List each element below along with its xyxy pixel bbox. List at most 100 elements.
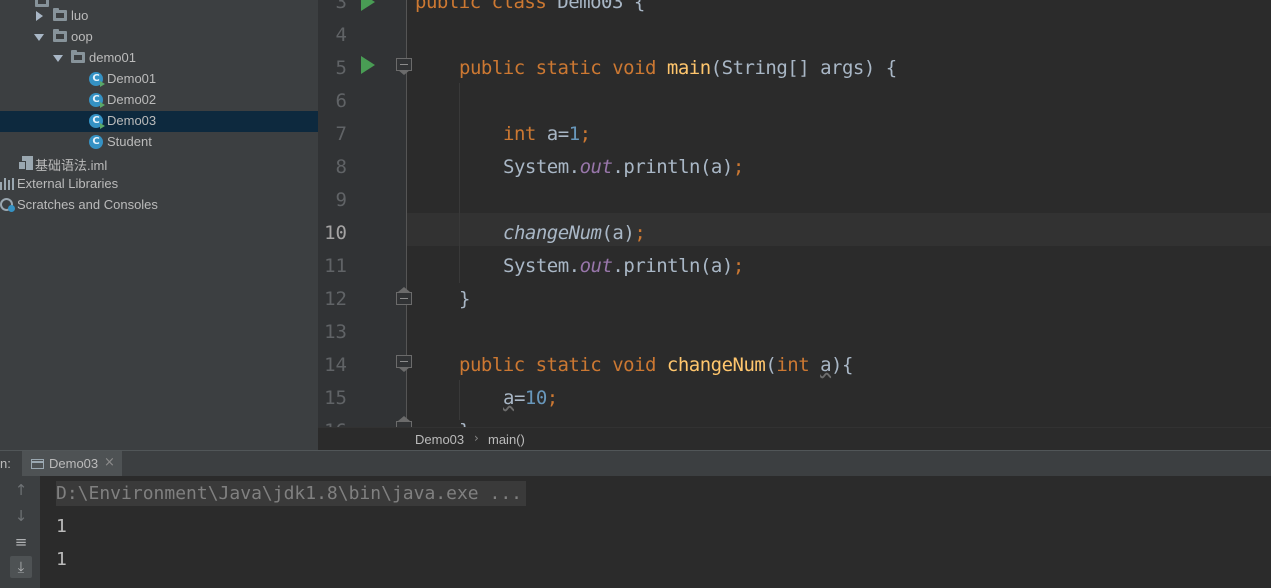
keyword: void — [612, 57, 656, 79]
run-main-icon[interactable] — [361, 56, 375, 74]
keyword: public — [459, 354, 525, 376]
collapse-arrow-icon[interactable] — [34, 34, 44, 41]
project-tree: luo oop demo01 C Demo01 C Demo02 C Demo0… — [0, 0, 318, 450]
tree-item-label: oop — [71, 29, 93, 44]
fold-end-icon[interactable] — [396, 287, 412, 308]
line-number: 8 — [335, 156, 347, 178]
tree-item-label: luo — [71, 8, 89, 23]
run-panel-label: n: — [0, 456, 11, 471]
line-number: 16 — [318, 420, 347, 427]
line-number-current: 10 — [324, 222, 347, 244]
indent-guide — [459, 380, 460, 420]
code-line-15[interactable]: a=10; — [503, 387, 558, 409]
libraries-icon — [0, 178, 14, 190]
tree-item-label: External Libraries — [17, 176, 119, 191]
type-name: String — [721, 57, 788, 79]
down-arrow-icon[interactable]: ↓ — [10, 505, 32, 527]
method-call: println — [623, 156, 700, 178]
tree-item-scratches[interactable]: Scratches and Consoles — [0, 195, 318, 216]
variable: a — [503, 387, 514, 409]
keyword: static — [535, 354, 602, 376]
tree-item-luo[interactable]: luo — [0, 6, 318, 27]
code-line-5[interactable]: public static void main(String[] args) { — [459, 57, 897, 79]
tree-item-label: Demo01 — [107, 71, 157, 86]
code-line-10[interactable]: changeNum(a); — [503, 222, 646, 244]
tree-item-label: Demo02 — [107, 92, 157, 107]
run-toolbar: ↑ ↓ ≡ ⤓ — [0, 476, 40, 588]
run-class-icon[interactable] — [361, 0, 375, 11]
code-line-16[interactable]: } — [459, 420, 470, 427]
collapse-arrow-icon[interactable] — [53, 55, 63, 62]
tree-item-label: Demo03 — [107, 113, 157, 128]
class-icon: C — [89, 135, 103, 149]
code-line-14[interactable]: public static void changeNum(int a){ — [459, 354, 853, 376]
method-name: changeNum — [666, 354, 766, 376]
breadcrumb-method[interactable]: main() — [488, 432, 525, 447]
run-panel-header: n: Demo03 × — [0, 450, 1271, 477]
tree-item-label: 基础语法.iml — [35, 158, 108, 173]
console-line: 1 — [56, 516, 67, 537]
fold-icon[interactable] — [396, 58, 412, 75]
static-field: out — [579, 255, 613, 277]
method-call: changeNum — [503, 222, 602, 244]
close-icon[interactable]: × — [104, 455, 115, 470]
tree-item-oop[interactable]: oop — [0, 27, 318, 48]
static-field: out — [579, 156, 613, 178]
keyword: static — [535, 57, 602, 79]
param-name: args — [820, 57, 864, 79]
soft-wrap-icon[interactable]: ≡ — [10, 531, 32, 553]
breadcrumb-class[interactable]: Demo03 — [415, 432, 464, 447]
line-number: 11 — [324, 255, 347, 277]
tree-item-demo03-class[interactable]: C Demo03 — [0, 111, 318, 132]
line-number: 4 — [335, 24, 347, 46]
line-number: 3 — [335, 0, 347, 13]
runnable-class-icon: C — [89, 93, 105, 108]
method-name: main — [666, 57, 711, 79]
runnable-class-icon: C — [89, 72, 105, 87]
line-number: 7 — [335, 123, 347, 145]
line-number: 15 — [324, 387, 347, 409]
tree-item-label: Student — [107, 134, 152, 149]
method-call: println — [623, 255, 700, 277]
tree-item-demo01[interactable]: demo01 — [0, 48, 318, 69]
tree-item-iml-file[interactable]: 基础语法.iml — [0, 153, 318, 174]
tree-item-external-libraries[interactable]: External Libraries — [0, 174, 318, 195]
fold-icon[interactable] — [396, 355, 412, 372]
tree-item-student-class[interactable]: C Student — [0, 132, 318, 153]
line-number: 5 — [335, 57, 347, 79]
expand-arrow-icon[interactable] — [36, 11, 43, 21]
line-number: 13 — [324, 321, 347, 343]
console-output[interactable]: D:\Environment\Java\jdk1.8\bin\java.exe … — [40, 476, 1271, 588]
scroll-to-end-icon[interactable]: ⤓ — [10, 556, 32, 578]
code-line-12[interactable]: } — [459, 288, 470, 310]
variable: a — [710, 255, 722, 277]
line-number: 12 — [324, 288, 347, 310]
tree-item-demo01-class[interactable]: C Demo01 — [0, 69, 318, 90]
variable: a — [546, 123, 558, 145]
folder-icon — [53, 29, 67, 42]
console-line: D:\Environment\Java\jdk1.8\bin\java.exe … — [56, 481, 526, 506]
tree-item-label: Scratches and Consoles — [17, 197, 158, 212]
console-icon — [31, 459, 44, 469]
tree-item-demo02-class[interactable]: C Demo02 — [0, 90, 318, 111]
module-file-icon — [18, 156, 33, 170]
code-line-11[interactable]: System.out.println(a); — [503, 255, 744, 277]
keyword: void — [612, 354, 656, 376]
folder-icon — [53, 8, 67, 21]
runnable-class-icon: C — [89, 114, 105, 129]
class-name: System — [503, 255, 569, 277]
code-line-3[interactable]: public class Demo03 { — [415, 0, 645, 13]
code-line-8[interactable]: System.out.println(a); — [503, 156, 744, 178]
keyword: int — [776, 354, 810, 376]
variable: a — [710, 156, 722, 178]
up-arrow-icon[interactable]: ↑ — [10, 479, 32, 501]
indent-guide — [459, 83, 460, 283]
code-editor[interactable]: 3 4 5 6 7 8 9 10 11 12 13 14 15 16 publi… — [318, 0, 1271, 427]
param-name: a — [820, 354, 832, 376]
keyword: class — [491, 0, 547, 13]
console-command[interactable]: D:\Environment\Java\jdk1.8\bin\java.exe … — [56, 481, 526, 506]
run-tab-demo03[interactable]: Demo03 × — [22, 451, 122, 477]
number-literal: 1 — [568, 123, 580, 145]
keyword: int — [503, 123, 536, 145]
code-line-7[interactable]: int a=1; — [503, 123, 591, 145]
